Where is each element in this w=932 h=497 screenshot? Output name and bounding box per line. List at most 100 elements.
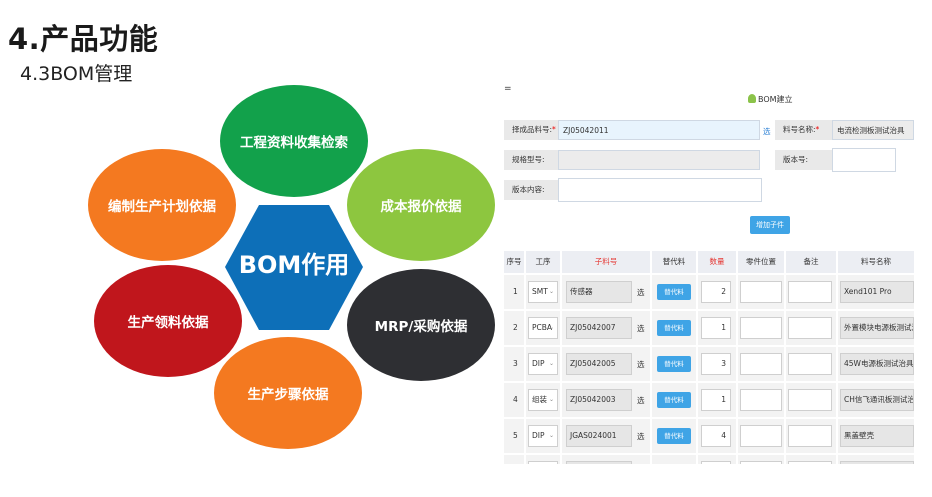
child-part-field[interactable]: JGAS024001 bbox=[566, 425, 632, 447]
part-position-input[interactable] bbox=[740, 317, 782, 339]
select-part-link[interactable]: 选 bbox=[637, 323, 645, 334]
cell-process: DIP⌄ bbox=[526, 347, 560, 381]
cell-quantity: 3 bbox=[698, 347, 736, 381]
petal-production-plan: 编制生产计划依据 bbox=[88, 149, 236, 261]
remark-input[interactable] bbox=[788, 461, 832, 464]
chevron-down-icon: ⌄ bbox=[548, 360, 554, 367]
cell-material-name bbox=[838, 455, 914, 464]
chevron-down-icon: ⌄ bbox=[548, 396, 554, 403]
bom-center-hexagon: BOM作用 bbox=[225, 205, 363, 330]
child-part-field[interactable]: ZJ05042007 bbox=[566, 317, 632, 339]
th-remark: 备注 bbox=[786, 251, 836, 273]
remark-input[interactable] bbox=[788, 389, 832, 411]
process-select[interactable]: 组装 ⌄ bbox=[528, 389, 558, 411]
add-child-button[interactable]: 增加子件 bbox=[750, 216, 790, 234]
petal-production-steps: 生产步骤依据 bbox=[214, 337, 362, 449]
cell-process: PCBA ⌄ bbox=[526, 311, 560, 345]
cell-no: 5 bbox=[504, 419, 524, 453]
cell-no: 1 bbox=[504, 275, 524, 309]
remark-input[interactable] bbox=[788, 281, 832, 303]
th-process: 工序 bbox=[526, 251, 560, 273]
th-child-part: 子料号 bbox=[562, 251, 650, 273]
cell-part-position bbox=[738, 311, 784, 345]
material-name-field: 电流检测板测试治具 bbox=[832, 120, 914, 140]
part-position-input[interactable] bbox=[740, 461, 782, 464]
quantity-input[interactable] bbox=[701, 461, 731, 464]
material-name-cell: 45W电源板测试治具 bbox=[840, 353, 914, 375]
table-row: 4 组装⌄ ZJ05042003 选 替代料 1 CH信飞通讯板测试治具 bbox=[504, 383, 914, 417]
cell-remark bbox=[786, 311, 836, 345]
bom-form-screenshot: = BOM建立 择成品料号:* ZJ05042011 选 料号名称:* 电流检测… bbox=[504, 86, 914, 464]
child-part-field[interactable] bbox=[566, 461, 632, 464]
cell-quantity: 4 bbox=[698, 419, 736, 453]
cell-process: 组装 ⌄ bbox=[526, 383, 560, 417]
remark-input[interactable] bbox=[788, 425, 832, 447]
alternate-button[interactable]: 替代料 bbox=[657, 320, 691, 336]
child-part-field[interactable]: 传感器 bbox=[566, 281, 632, 303]
cell-material-name: 黑盖壁壳 bbox=[838, 419, 914, 453]
quantity-input[interactable]: 1 bbox=[701, 389, 731, 411]
cell-part-position bbox=[738, 275, 784, 309]
th-part-position: 零件位置 bbox=[738, 251, 784, 273]
process-select[interactable]: DIP⌄ bbox=[528, 461, 558, 464]
material-name-cell: CH信飞通讯板测试治具 bbox=[840, 389, 914, 411]
cell-quantity bbox=[698, 455, 736, 464]
quantity-input[interactable]: 3 bbox=[701, 353, 731, 375]
material-name-cell bbox=[840, 461, 914, 464]
quantity-input[interactable]: 2 bbox=[701, 281, 731, 303]
cell-remark bbox=[786, 455, 836, 464]
select-part-link[interactable]: 选 bbox=[637, 431, 645, 442]
cell-quantity: 1 bbox=[698, 311, 736, 345]
select-part-link[interactable]: 选 bbox=[637, 395, 645, 406]
remark-input[interactable] bbox=[788, 317, 832, 339]
cell-child-part: ZJ05042003 选 bbox=[562, 383, 650, 417]
quantity-input[interactable]: 4 bbox=[701, 425, 731, 447]
cell-alternate: 替代料 bbox=[652, 275, 696, 309]
cell-child-part: ZJ05042005 选 bbox=[562, 347, 650, 381]
alternate-button[interactable]: 替代料 bbox=[657, 428, 691, 444]
product-code-input[interactable]: ZJ05042011 bbox=[558, 120, 760, 140]
process-select[interactable]: SMT ⌄ bbox=[528, 281, 558, 303]
part-position-input[interactable] bbox=[740, 389, 782, 411]
material-name-label: 料号名称:* bbox=[775, 120, 837, 140]
process-select[interactable]: DIP⌄ bbox=[528, 425, 558, 447]
alternate-button[interactable]: 替代料 bbox=[657, 284, 691, 300]
alternate-button[interactable]: 替代料 bbox=[657, 356, 691, 372]
material-name-cell: 外置模块电源板测试治具 bbox=[840, 317, 914, 339]
part-position-input[interactable] bbox=[740, 281, 782, 303]
table-row: 5 DIP ⌄ JGAS024001 选 替代料 4 黑盖壁壳 bbox=[504, 419, 914, 453]
cell-remark bbox=[786, 275, 836, 309]
th-no: 序号 bbox=[504, 251, 524, 273]
petal-material-requisition: 生产领料依据 bbox=[94, 265, 242, 377]
version-content-input[interactable] bbox=[558, 178, 762, 202]
cell-child-part: 传感器 选 bbox=[562, 275, 650, 309]
cell-part-position bbox=[738, 455, 784, 464]
process-select[interactable]: DIP⌄ bbox=[528, 353, 558, 375]
remark-input[interactable] bbox=[788, 353, 832, 375]
cell-alternate: 替代料 bbox=[652, 419, 696, 453]
slide-title: 4.产品功能 bbox=[8, 22, 159, 56]
part-position-input[interactable] bbox=[740, 353, 782, 375]
chevron-down-icon: ⌄ bbox=[548, 288, 554, 295]
cell-alternate: 替代料 bbox=[652, 311, 696, 345]
cell-remark bbox=[786, 347, 836, 381]
material-name-cell: 黑盖壁壳 bbox=[840, 425, 914, 447]
alternate-button[interactable]: 替代料 bbox=[657, 392, 691, 408]
version-input[interactable] bbox=[832, 148, 896, 172]
child-part-field[interactable]: ZJ05042003 bbox=[566, 389, 632, 411]
cell-no: 4 bbox=[504, 383, 524, 417]
cell-process: SMT ⌄ bbox=[526, 275, 560, 309]
cell-alternate: 替代料 bbox=[652, 347, 696, 381]
part-position-input[interactable] bbox=[740, 425, 782, 447]
quantity-input[interactable]: 1 bbox=[701, 317, 731, 339]
select-part-link[interactable]: 选 bbox=[637, 359, 645, 370]
select-product-link[interactable]: 选 bbox=[763, 126, 771, 137]
spec-field[interactable] bbox=[558, 150, 760, 170]
spec-label: 规格型号: bbox=[504, 150, 558, 170]
cell-quantity: 2 bbox=[698, 275, 736, 309]
process-select[interactable]: PCBA ⌄ bbox=[528, 317, 558, 339]
cell-process: DIP⌄ bbox=[526, 419, 560, 453]
select-part-link[interactable]: 选 bbox=[637, 287, 645, 298]
child-part-field[interactable]: ZJ05042005 bbox=[566, 353, 632, 375]
cell-part-position bbox=[738, 347, 784, 381]
